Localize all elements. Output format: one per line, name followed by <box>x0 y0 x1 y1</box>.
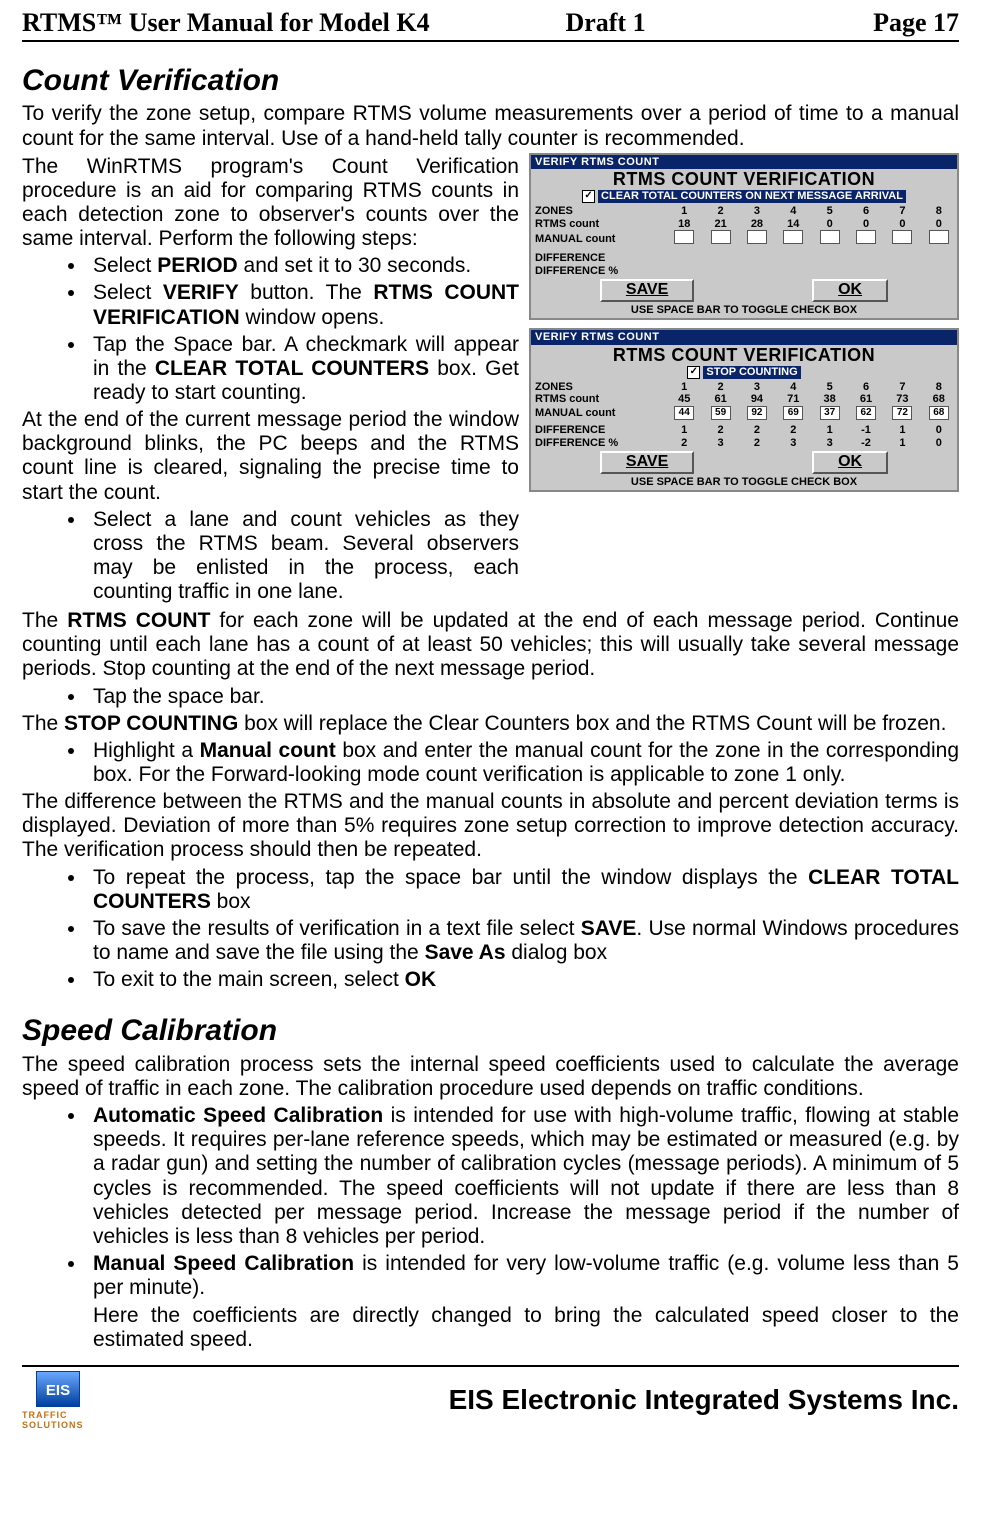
save-button[interactable]: SAVE <box>600 451 694 473</box>
cv-p1: To verify the zone setup, compare RTMS v… <box>22 102 959 150</box>
logo-tagline: TRAFFIC SOLUTIONS <box>22 1410 94 1431</box>
table-row: ZONES 12345678 <box>531 381 957 394</box>
cv-bullet-save: To save the results of verification in a… <box>87 917 959 965</box>
table-row: RTMS count 4561947138617368 <box>531 393 957 406</box>
win2-check-label: STOP COUNTING <box>703 366 800 379</box>
table-row: RTMS count 182128140000 <box>531 218 957 231</box>
cv-p5: The STOP COUNTING box will replace the C… <box>22 712 959 736</box>
footer-rule <box>22 1365 959 1367</box>
header-rule <box>22 40 959 42</box>
screenshot-verify-window-2: VERIFY RTMS COUNT RTMS COUNT VERIFICATIO… <box>529 328 959 492</box>
page-header: RTMS™ User Manual for Model K4 Draft 1 P… <box>22 8 959 38</box>
header-product: RTMS™ User Manual for Model K4 <box>22 8 565 38</box>
table-row: DIFFERENCE 12221-110 <box>531 424 957 437</box>
manual-count-input: 44 <box>674 406 694 420</box>
sc-bullet-auto: Automatic Speed Calibration is intended … <box>87 1104 959 1249</box>
cv-bullet-ok: To exit to the main screen, select OK <box>87 968 959 992</box>
table-row: DIFFERENCE <box>531 252 957 265</box>
save-button[interactable]: SAVE <box>600 279 694 301</box>
checkbox-icon[interactable]: ✓ <box>582 190 595 203</box>
row-rtms-label: RTMS count <box>531 218 666 231</box>
table-row: DIFFERENCE % <box>531 265 957 278</box>
row-diff-label: DIFFERENCE <box>531 424 666 437</box>
cv-bullet-period: Select PERIOD and set it to 30 seconds. <box>87 254 519 278</box>
section-speed-calibration-title: Speed Calibration <box>22 1014 959 1049</box>
sc-b2-after: Here the coefficients are directly chang… <box>93 1304 959 1352</box>
win1-check-label: CLEAR TOTAL COUNTERS ON NEXT MESSAGE ARR… <box>598 190 906 203</box>
win2-hint: USE SPACE BAR TO TOGGLE CHECK BOX <box>531 476 957 491</box>
ok-button[interactable]: OK <box>812 279 888 301</box>
manual-count-input <box>674 230 694 244</box>
row-manual-label: MANUAL count <box>531 406 666 420</box>
table-row: DIFFERENCE % 23233-210 <box>531 437 957 450</box>
win2-grid: ZONES 12345678 RTMS count 45619471386173… <box>531 381 957 450</box>
win1-check-row: ✓CLEAR TOTAL COUNTERS ON NEXT MESSAGE AR… <box>531 190 957 205</box>
cv-bullet-tap-space: Tap the space bar. <box>87 685 959 709</box>
eis-logo-icon: TRAFFIC SOLUTIONS <box>22 1371 94 1431</box>
win1-titlebar: VERIFY RTMS COUNT <box>531 155 957 170</box>
screenshot-verify-window-1: VERIFY RTMS COUNT RTMS COUNT VERIFICATIO… <box>529 153 959 321</box>
table-row: MANUAL count 44 59 92 69 37 62 72 68 <box>531 406 957 420</box>
ok-button[interactable]: OK <box>812 451 888 473</box>
row-rtms-label: RTMS count <box>531 393 666 406</box>
footer-company: EIS Electronic Integrated Systems Inc. <box>104 1384 959 1416</box>
win1-hint: USE SPACE BAR TO TOGGLE CHECK BOX <box>531 304 957 319</box>
header-draft: Draft 1 <box>565 8 752 38</box>
win2-check-row: ✓STOP COUNTING <box>531 366 957 381</box>
cv-p2: The WinRTMS program's Count Verification… <box>22 155 519 252</box>
section-count-verification-title: Count Verification <box>22 64 959 99</box>
win2-title: RTMS COUNT VERIFICATION <box>531 345 957 366</box>
win2-titlebar: VERIFY RTMS COUNT <box>531 330 957 345</box>
header-page: Page 17 <box>753 8 959 38</box>
table-row: MANUAL count <box>531 230 957 248</box>
cv-bullet-verify: Select VERIFY button. The RTMS COUNT VER… <box>87 281 519 329</box>
sc-p1: The speed calibration process sets the i… <box>22 1053 959 1101</box>
cv-p4: The RTMS COUNT for each zone will be upd… <box>22 609 959 681</box>
row-zones-label: ZONES <box>531 381 666 394</box>
row-diffp-label: DIFFERENCE % <box>531 437 666 450</box>
win1-grid: ZONES 12345678 RTMS count 182128140000 M… <box>531 205 957 277</box>
row-zones-label: ZONES <box>531 205 666 218</box>
row-diff-label: DIFFERENCE <box>531 252 666 265</box>
win1-title: RTMS COUNT VERIFICATION <box>531 169 957 190</box>
cv-bullet-manual-count: Highlight a Manual count box and enter t… <box>87 739 959 787</box>
row-diffp-label: DIFFERENCE % <box>531 265 666 278</box>
row-manual-label: MANUAL count <box>531 230 666 248</box>
page-footer: TRAFFIC SOLUTIONS EIS Electronic Integra… <box>22 1371 959 1431</box>
cv-p3: At the end of the current message period… <box>22 408 519 505</box>
cv-p6: The difference between the RTMS and the … <box>22 790 959 862</box>
cv-bullet-spacebar: Tap the Space bar. A checkmark will appe… <box>87 333 519 405</box>
cv-bullet-select-lane: Select a lane and count vehicles as they… <box>87 508 519 605</box>
table-row: ZONES 12345678 <box>531 205 957 218</box>
sc-bullet-manual: Manual Speed Calibration is intended for… <box>87 1252 959 1353</box>
cv-bullet-repeat: To repeat the process, tap the space bar… <box>87 866 959 914</box>
checkbox-icon[interactable]: ✓ <box>687 366 700 379</box>
